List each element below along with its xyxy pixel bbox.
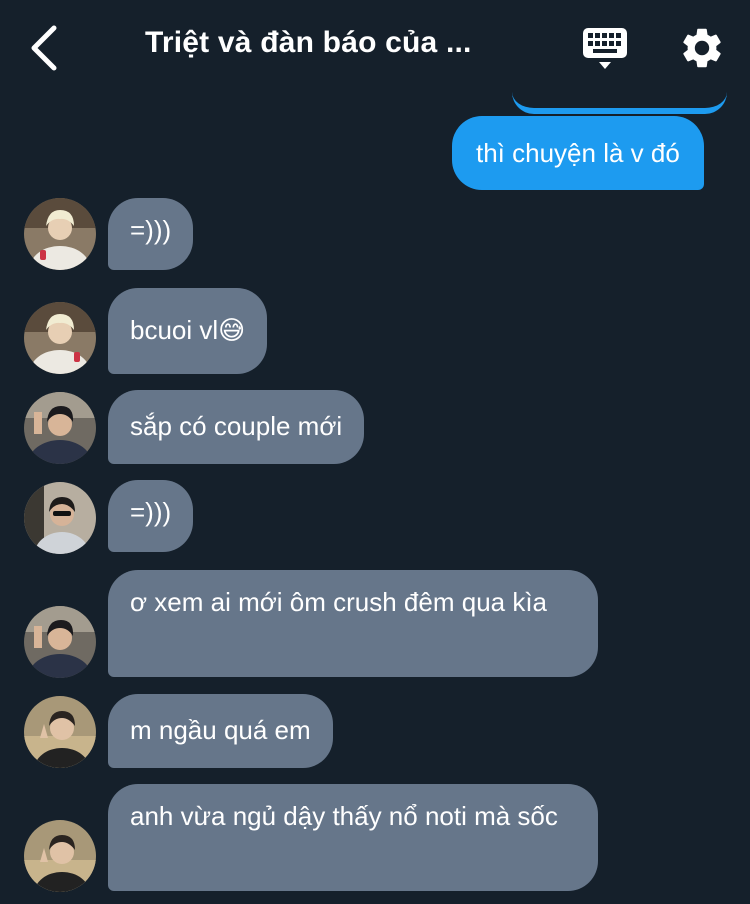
- avatar-peace-image: [24, 696, 96, 768]
- avatar[interactable]: [24, 820, 96, 892]
- avatar[interactable]: [24, 482, 96, 554]
- incoming-message-bubble[interactable]: anh vừa ngủ dậy thấy nổ noti mà sốc: [108, 784, 598, 891]
- incoming-message-bubble[interactable]: ơ xem ai mới ôm crush đêm qua kìa: [108, 570, 598, 677]
- message-text: =))): [130, 497, 172, 527]
- gear-icon: [683, 28, 721, 68]
- avatar-darkhair-image: [24, 392, 96, 464]
- avatar[interactable]: [24, 606, 96, 678]
- keyboard-button[interactable]: [580, 24, 630, 74]
- incoming-message-bubble[interactable]: =))): [108, 480, 194, 552]
- avatar-blond-image: [24, 302, 96, 374]
- back-button[interactable]: [22, 20, 66, 76]
- message-text: sắp có couple mới: [130, 411, 343, 441]
- avatar[interactable]: [24, 696, 96, 768]
- avatar[interactable]: [24, 198, 96, 270]
- incoming-message-bubble[interactable]: sắp có couple mới: [108, 390, 365, 464]
- avatar[interactable]: [24, 392, 96, 464]
- message-text: =))): [130, 215, 172, 245]
- incoming-message-bubble[interactable]: m ngầu quá em: [108, 694, 333, 768]
- avatar-sunglasses-image: [24, 482, 96, 554]
- conversation-title[interactable]: Triệt và đàn báo của ...: [145, 26, 545, 60]
- message-text: ơ xem ai mới ôm crush đêm qua kìa: [130, 587, 548, 617]
- incoming-message-bubble[interactable]: bcuoi vl😅: [108, 288, 268, 374]
- message-text: m ngầu quá em: [130, 715, 311, 745]
- avatar[interactable]: [24, 302, 96, 374]
- keyboard-icon: [583, 28, 627, 69]
- message-text: thì chuyện là v đó: [476, 137, 680, 168]
- message-text: anh vừa ngủ dậy thấy nổ noti mà sốc: [130, 801, 558, 831]
- incoming-message-bubble[interactable]: =))): [108, 198, 194, 270]
- message-text: bcuoi vl😅: [130, 315, 246, 345]
- avatar-darkhair-image: [24, 606, 96, 678]
- outgoing-message-bubble[interactable]: thì chuyện là v đó: [452, 116, 704, 190]
- settings-button[interactable]: [678, 24, 726, 72]
- previous-message-bubble: [512, 92, 727, 114]
- chat-header: Triệt và đàn báo của ...: [0, 0, 750, 96]
- chevron-left-icon: [31, 25, 57, 71]
- avatar-peace-image: [24, 820, 96, 892]
- avatar-blond-image: [24, 198, 96, 270]
